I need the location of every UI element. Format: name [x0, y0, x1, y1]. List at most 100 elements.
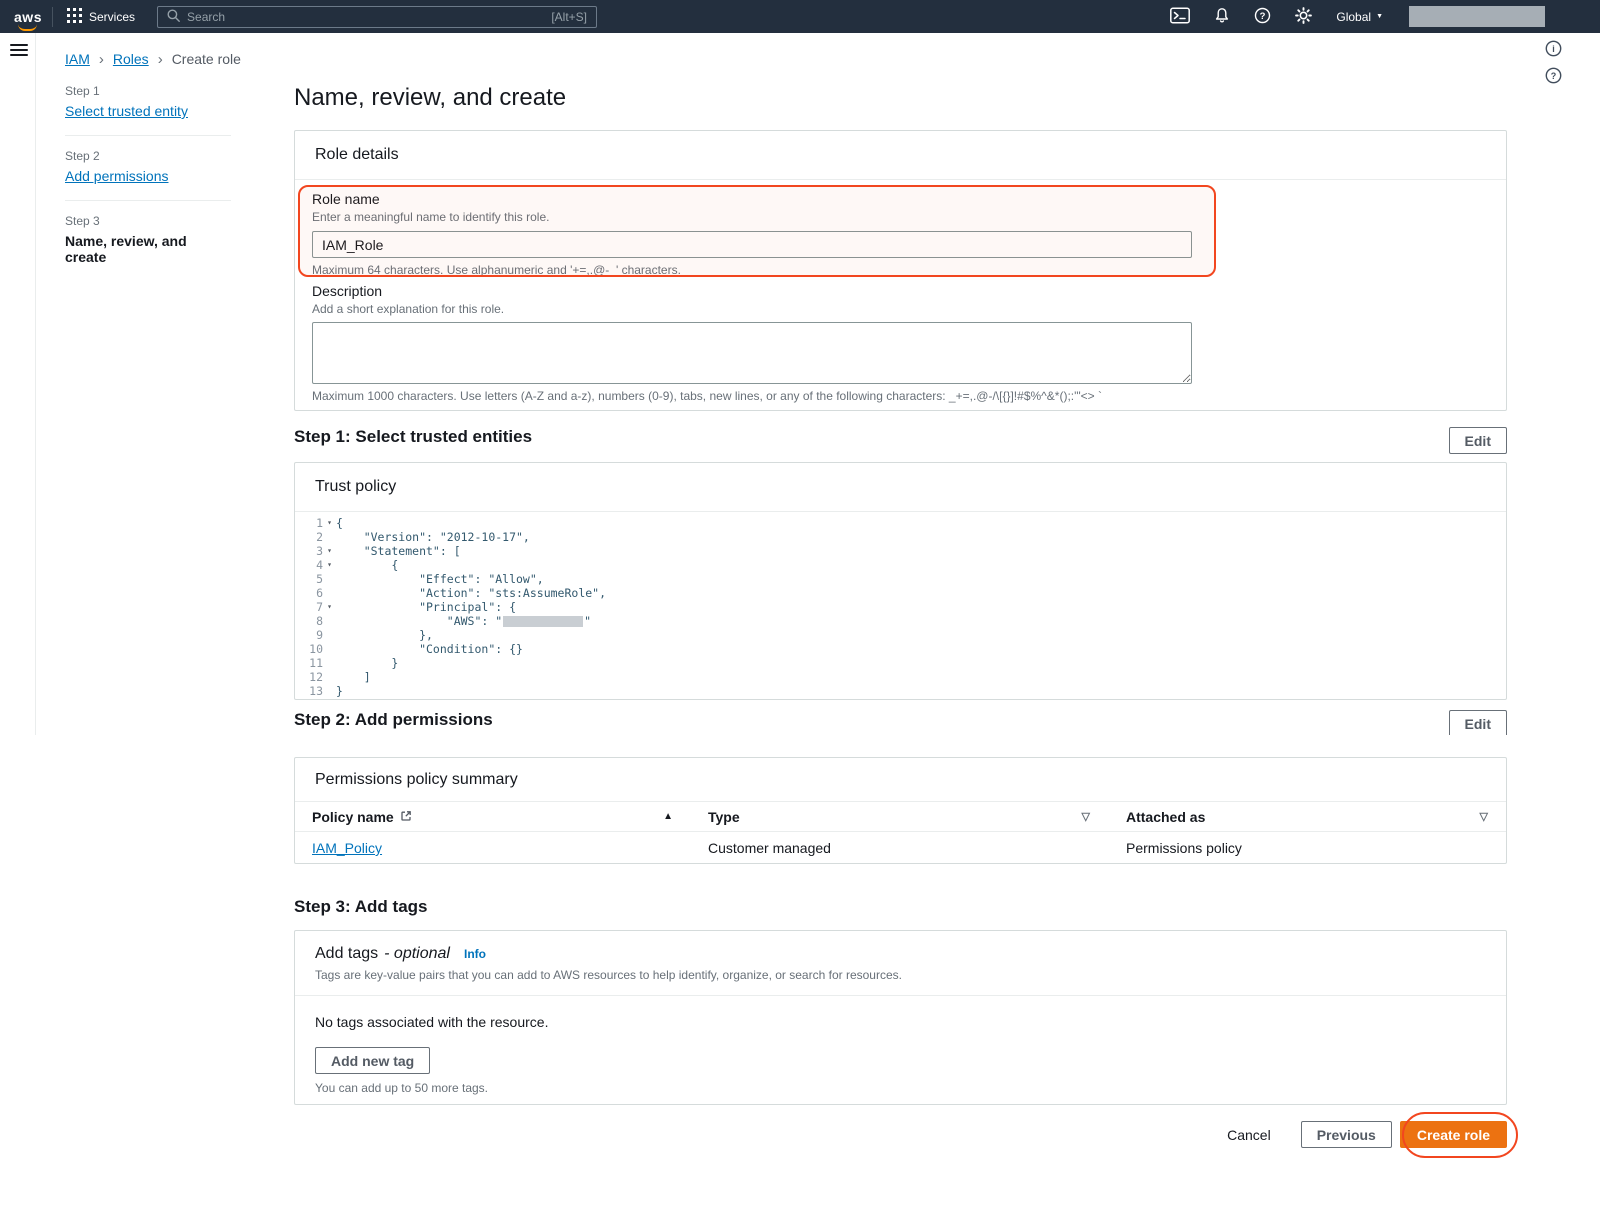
code-line-redacted: 8 "AWS": "" — [295, 614, 1506, 628]
column-header-policy-name[interactable]: Policy name ▲ — [312, 809, 708, 825]
aws-logo[interactable]: aws — [10, 9, 46, 25]
fold-arrow-icon[interactable]: ▾ — [323, 544, 336, 558]
trust-policy-title: Trust policy — [315, 478, 1486, 496]
code-text: "AWS": "" — [336, 614, 591, 628]
notifications-button[interactable] — [1214, 7, 1230, 27]
external-link-icon — [400, 809, 412, 825]
info-panel-icon[interactable]: i — [1545, 40, 1562, 60]
role-name-field-group: Role name Enter a meaningful name to ide… — [312, 191, 1192, 277]
tags-description: Tags are key-value pairs that you can ad… — [315, 968, 1486, 982]
step-1-link[interactable]: Select trusted entity — [65, 103, 188, 119]
sidebar-divider — [35, 33, 36, 735]
line-number: 4 — [295, 558, 323, 572]
step1-edit-button[interactable]: Edit — [1449, 427, 1507, 454]
role-details-title: Role details — [315, 146, 1486, 164]
cloudshell-button[interactable] — [1170, 7, 1190, 27]
search-placeholder: Search — [187, 10, 225, 24]
tags-header: Add tags - optional Info Tags are key-va… — [295, 931, 1506, 996]
fold-arrow-icon — [323, 656, 336, 670]
breadcrumb-iam[interactable]: IAM — [65, 51, 90, 67]
previous-button[interactable]: Previous — [1301, 1121, 1392, 1148]
step-number: Step 2 — [65, 149, 231, 163]
gear-icon — [1295, 7, 1312, 27]
code-text: "Principal": { — [336, 600, 516, 614]
policy-name-link[interactable]: IAM_Policy — [312, 840, 382, 856]
cancel-button[interactable]: Cancel — [1221, 1123, 1277, 1147]
services-label: Services — [89, 10, 135, 24]
role-name-hint: Enter a meaningful name to identify this… — [312, 210, 1192, 224]
search-input[interactable]: Search [Alt+S] — [157, 6, 597, 28]
code-line: 13 } — [295, 684, 1506, 698]
sort-ascending-icon[interactable]: ▲ — [663, 811, 673, 822]
breadcrumb-current: Create role — [172, 51, 241, 67]
nav-menu-button[interactable] — [8, 41, 30, 62]
step-2-link[interactable]: Add permissions — [65, 168, 169, 184]
help-panel-icon[interactable]: ? — [1545, 67, 1562, 87]
code-text: "Version": "2012-10-17", — [336, 530, 530, 544]
tags-info-link[interactable]: Info — [464, 947, 486, 961]
caret-down-icon: ▼ — [1376, 13, 1383, 20]
step-nav-item-2: Step 2 Add permissions — [65, 149, 231, 201]
line-number: 6 — [295, 586, 323, 600]
question-circle-icon: ? — [1254, 7, 1271, 27]
svg-text:?: ? — [1260, 11, 1266, 22]
sort-filter-icon[interactable]: ▽ — [1480, 810, 1488, 823]
description-textarea[interactable] — [312, 322, 1192, 384]
region-selector[interactable]: Global ▼ — [1336, 10, 1383, 24]
create-role-button[interactable]: Create role — [1400, 1121, 1507, 1148]
aws-console-page: aws Services Search [Alt+S] — [0, 0, 1600, 1214]
code-line: 5 "Effect": "Allow", — [295, 572, 1506, 586]
white-overlay-band — [294, 735, 1507, 757]
type-header-label: Type — [708, 809, 740, 825]
settings-button[interactable] — [1295, 7, 1312, 27]
code-text: }, — [336, 628, 433, 642]
step1-section-header: Step 1: Select trusted entities Edit — [294, 427, 1507, 454]
cloudshell-terminal-icon — [1170, 7, 1190, 27]
step-number: Step 1 — [65, 84, 231, 98]
fold-arrow-icon — [323, 628, 336, 642]
trust-policy-editor: 1 ▾ { 2 "Version": "2012-10-17", 3 ▾ "St… — [295, 512, 1506, 698]
code-text: "Statement": [ — [336, 544, 461, 558]
steps-navigation: Step 1 Select trusted entity Step 2 Add … — [65, 84, 231, 292]
sort-filter-icon[interactable]: ▽ — [1082, 810, 1090, 823]
role-name-label: Role name — [312, 191, 1192, 207]
line-number: 3 — [295, 544, 323, 558]
breadcrumb-roles[interactable]: Roles — [113, 51, 149, 67]
code-text: } — [336, 684, 343, 698]
fold-arrow-icon[interactable]: ▾ — [323, 600, 336, 614]
cell-attached-as: Permissions policy — [1126, 840, 1506, 856]
tags-optional-label: - optional — [384, 945, 450, 963]
role-name-input[interactable] — [312, 231, 1192, 258]
fold-arrow-icon — [323, 684, 336, 698]
policy-name-header-label: Policy name — [312, 809, 394, 825]
attached-as-header-label: Attached as — [1126, 809, 1205, 825]
line-number: 12 — [295, 670, 323, 684]
column-header-type[interactable]: Type ▽ — [708, 809, 1126, 825]
nav-divider — [52, 7, 53, 27]
cell-type: Customer managed — [708, 840, 1126, 856]
top-navigation-bar: aws Services Search [Alt+S] — [0, 0, 1600, 33]
services-grid-icon — [67, 8, 82, 26]
services-menu-button[interactable]: Services — [59, 0, 143, 33]
line-number: 1 — [295, 516, 323, 530]
fold-arrow-icon — [323, 572, 336, 586]
column-header-attached-as[interactable]: Attached as ▽ — [1126, 809, 1506, 825]
redacted-principal-value — [503, 616, 583, 627]
step2-edit-button[interactable]: Edit — [1449, 710, 1507, 737]
line-number: 9 — [295, 628, 323, 642]
trust-policy-header: Trust policy — [295, 463, 1506, 512]
fold-arrow-icon — [323, 530, 336, 544]
step-nav-item-3: Step 3 Name, review, and create — [65, 214, 231, 279]
breadcrumb: IAM › Roles › Create role — [65, 51, 241, 67]
help-button[interactable]: ? — [1254, 7, 1271, 27]
account-menu-redacted[interactable] — [1409, 6, 1545, 27]
bell-icon — [1214, 7, 1230, 27]
cell-policy-name: IAM_Policy — [312, 840, 708, 856]
fold-arrow-icon[interactable]: ▾ — [323, 516, 336, 530]
add-new-tag-button[interactable]: Add new tag — [315, 1047, 430, 1074]
fold-arrow-icon[interactable]: ▾ — [323, 558, 336, 572]
code-line: 1 ▾ { — [295, 516, 1506, 530]
svg-text:?: ? — [1551, 71, 1557, 81]
step2-section-header: Step 2: Add permissions Edit — [294, 710, 1507, 737]
hamburger-icon — [10, 45, 28, 60]
